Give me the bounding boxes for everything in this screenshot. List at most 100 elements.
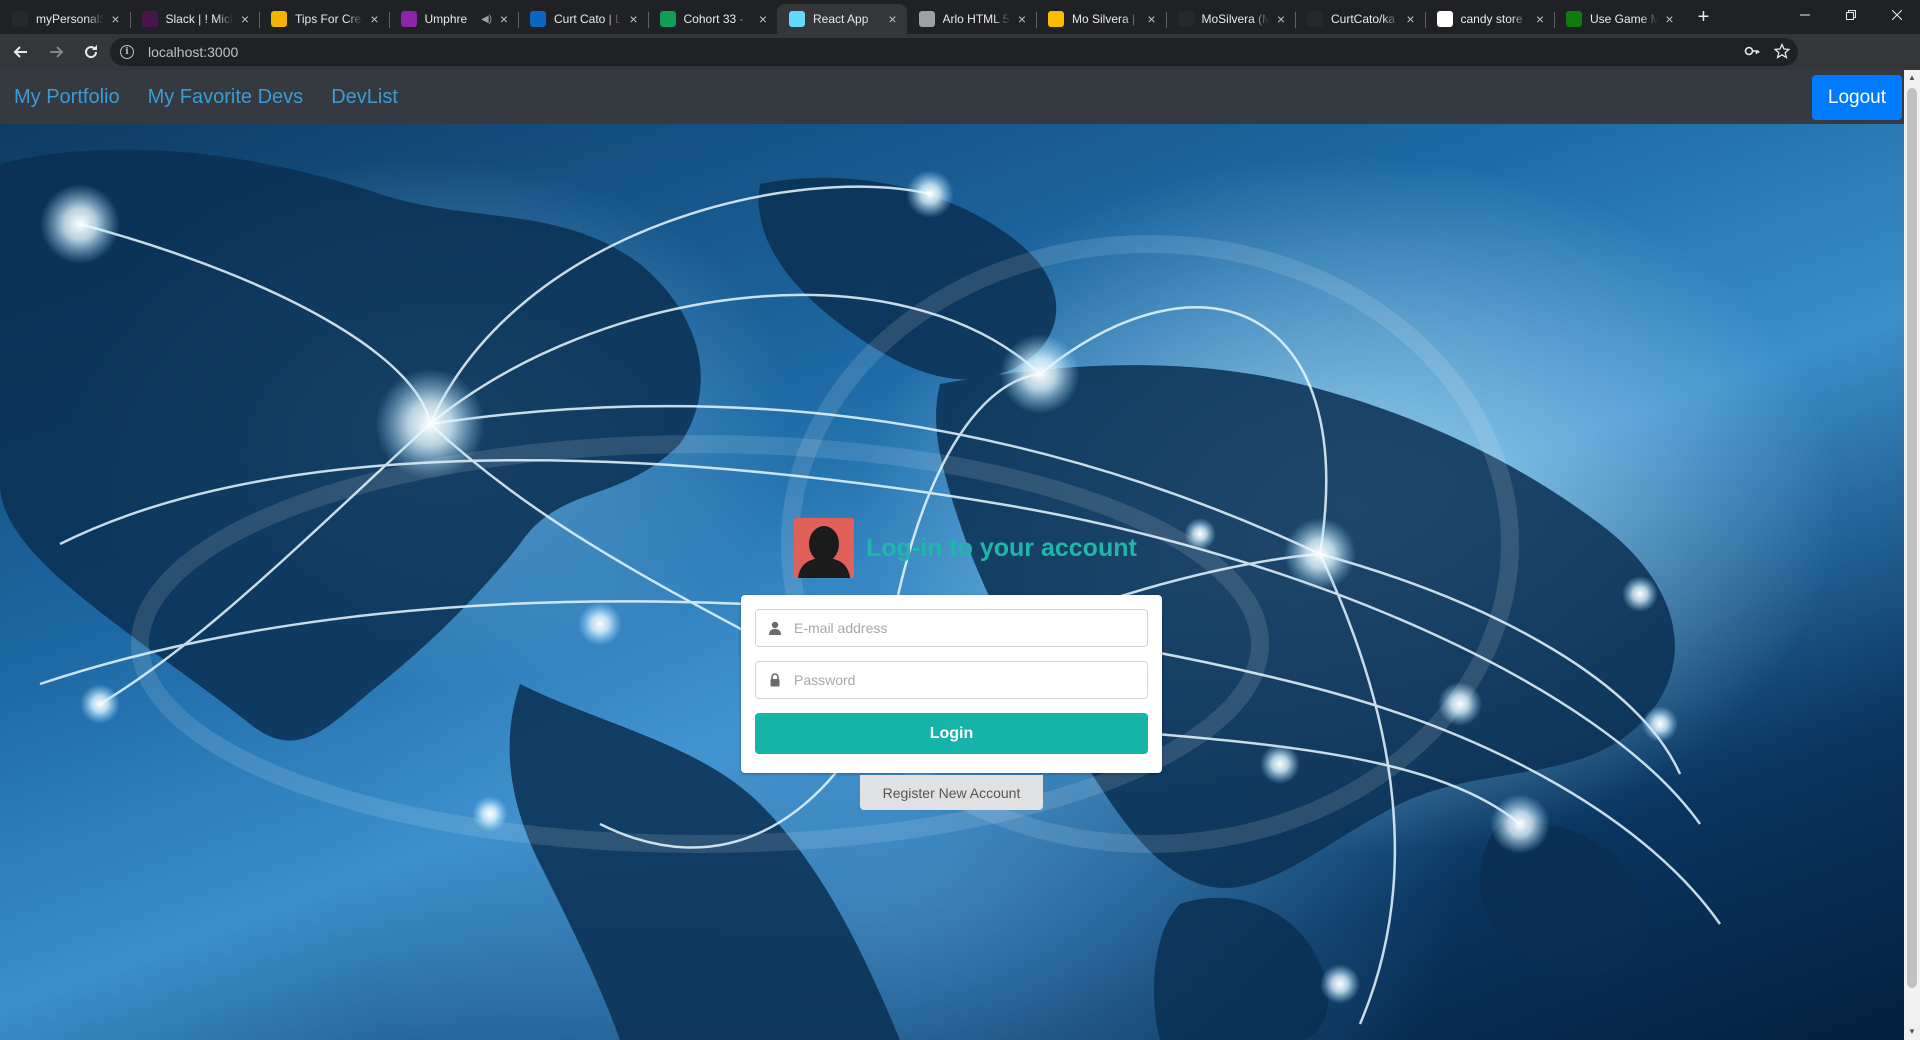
nav-link-my-favorite-devs[interactable]: My Favorite Devs — [148, 86, 304, 109]
tab-title: Cohort 33 - — [683, 12, 744, 26]
login-button[interactable]: Login — [755, 713, 1148, 754]
tab-close-icon[interactable]: × — [1014, 11, 1030, 27]
forward-button[interactable] — [42, 38, 70, 66]
email-field[interactable] — [755, 609, 1148, 647]
tab-close-icon[interactable]: × — [1662, 11, 1678, 27]
login-header: Log-in to your account — [794, 518, 1137, 578]
tab-close-icon[interactable]: × — [108, 11, 124, 27]
tab-title: React App — [813, 12, 869, 26]
tab-title: Use Game M — [1590, 12, 1658, 26]
reload-button[interactable] — [77, 38, 105, 66]
close-window-button[interactable] — [1874, 0, 1920, 30]
world-network-background — [0, 124, 1904, 1040]
scroll-down-arrow-icon[interactable]: ▼ — [1904, 1024, 1920, 1040]
tab-list: myPersonalS × Slack | ! Mich × Tips For Cre ×… — [0, 4, 1684, 34]
email-input[interactable] — [794, 620, 1134, 636]
tab-close-icon[interactable]: × — [885, 11, 901, 27]
login-title: Log-in to your account — [866, 533, 1137, 562]
password-field[interactable] — [755, 661, 1148, 699]
page-scrollbar[interactable]: ▲ ▼ — [1904, 70, 1920, 1040]
tab-close-icon[interactable]: × — [1403, 11, 1419, 27]
restore-button[interactable] — [1828, 0, 1874, 30]
close-icon — [1892, 10, 1902, 20]
tab-title: Mo Silvera | — [1072, 12, 1136, 26]
tab-title: Slack | ! Mich — [165, 12, 234, 26]
nav-link-devlist[interactable]: DevList — [331, 86, 398, 109]
browser-tab-strip: myPersonalS × Slack | ! Mich × Tips For Cre ×… — [0, 0, 1920, 34]
user-silhouette-icon — [798, 526, 850, 578]
browser-tab[interactable]: MoSilvera (M × — [1165, 4, 1296, 34]
github-icon — [1307, 11, 1323, 27]
scroll-thumb[interactable] — [1907, 88, 1917, 988]
tab-title: CurtCato/ka — [1331, 12, 1396, 26]
browser-tab[interactable]: Mo Silvera | × — [1036, 4, 1166, 34]
new-tab-button[interactable]: + — [1690, 4, 1718, 32]
tab-close-icon[interactable]: × — [367, 11, 383, 27]
browser-toolbar: i localhost:3000 ▦ C ⬆ — [0, 34, 1920, 95]
arrow-right-icon — [50, 46, 64, 58]
tab-close-icon[interactable]: × — [1144, 11, 1160, 27]
avatar — [794, 518, 854, 578]
tab-title: myPersonalS — [36, 12, 104, 26]
address-bar[interactable]: i localhost:3000 — [110, 38, 1798, 66]
browser-tab[interactable]: Tips For Cre × — [259, 4, 389, 34]
lock-icon — [756, 673, 794, 687]
tab-title: Tips For Cre — [295, 12, 362, 26]
tab-close-icon[interactable]: × — [626, 11, 642, 27]
minimize-icon — [1800, 14, 1810, 16]
browser-tab[interactable]: myPersonalS × — [0, 4, 130, 34]
tab-close-icon[interactable]: × — [755, 11, 771, 27]
github-icon — [1177, 11, 1194, 27]
tab-close-icon[interactable]: × — [237, 11, 253, 27]
world-map-illustration — [0, 149, 1722, 1040]
podcast-icon — [400, 11, 417, 27]
react-icon — [789, 11, 805, 27]
browser-tab[interactable]: Slack | ! Mich × — [129, 4, 260, 34]
tab-title: MoSilvera (M — [1201, 12, 1270, 26]
browser-tab[interactable]: React App × — [777, 4, 907, 34]
password-input[interactable] — [794, 672, 1134, 688]
top-navbar: My Portfolio My Favorite Devs DevList Lo… — [0, 70, 1904, 124]
browser-tab[interactable]: candy store × — [1424, 4, 1555, 34]
tab-close-icon[interactable]: × — [496, 11, 512, 27]
browser-tab[interactable]: Curt Cato | L × — [518, 4, 648, 34]
star-icon[interactable] — [1774, 43, 1790, 59]
tab-title: Umphre — [424, 12, 468, 26]
minimize-button[interactable] — [1782, 0, 1828, 30]
xbox-icon — [1566, 11, 1582, 27]
browser-tab[interactable]: CurtCato/ka × — [1295, 4, 1425, 34]
logout-button[interactable]: Logout — [1811, 75, 1902, 120]
scroll-up-arrow-icon[interactable]: ▲ — [1904, 70, 1920, 86]
tab-close-icon[interactable]: × — [1273, 11, 1289, 27]
github-icon — [12, 11, 28, 27]
slack-icon — [141, 11, 158, 27]
browser-tab[interactable]: Cohort 33 - × — [647, 4, 778, 34]
arrow-left-icon — [13, 46, 27, 58]
key-icon[interactable] — [1744, 43, 1760, 59]
speaker-icon[interactable]: ◀) — [481, 14, 492, 25]
tab-close-icon[interactable]: × — [1532, 11, 1548, 27]
reload-icon — [85, 45, 98, 59]
restore-icon — [1846, 10, 1856, 20]
register-new-account-button[interactable]: Register New Account — [860, 775, 1043, 810]
globe-icon — [918, 11, 935, 27]
slides-icon — [271, 11, 287, 27]
tab-title: Arlo HTML 5 — [942, 12, 1010, 26]
browser-tab[interactable]: Umphre ◀) × — [388, 4, 519, 34]
user-icon — [756, 621, 794, 635]
tab-title: candy store — [1460, 12, 1523, 26]
url-text[interactable]: localhost:3000 — [148, 44, 238, 60]
linkedin-icon — [530, 11, 546, 27]
nav-link-my-portfolio[interactable]: My Portfolio — [14, 86, 120, 109]
login-form: Login — [741, 595, 1162, 773]
bookmark-icon — [1048, 11, 1064, 27]
tab-title: Curt Cato | L — [554, 12, 622, 26]
info-icon[interactable]: i — [120, 45, 134, 59]
back-button[interactable] — [7, 38, 35, 66]
browser-tab[interactable]: Use Game M × — [1554, 4, 1684, 34]
drive-icon — [659, 11, 676, 27]
page-viewport: My Portfolio My Favorite Devs DevList Lo… — [0, 70, 1904, 1040]
browser-tab[interactable]: Arlo HTML 5 × — [907, 4, 1037, 34]
window-controls — [1782, 0, 1920, 30]
google-icon — [1436, 11, 1453, 27]
